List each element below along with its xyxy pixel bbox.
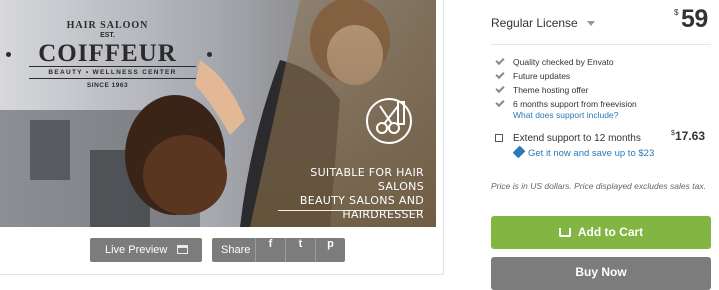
feature-item: Quality checked by Envato: [494, 55, 637, 69]
extend-support-label[interactable]: Extend support to 12 months: [513, 133, 641, 144]
tag-icon: [512, 145, 526, 159]
coiffeur-logo: HAIR SALOON EST. COIFFEUR BEAUTY • WELLN…: [0, 0, 230, 100]
item-preview-card: HAIR SALOON EST. COIFFEUR BEAUTY • WELLN…: [0, 0, 444, 275]
live-preview-label: Live Preview: [105, 244, 168, 256]
scissors-icon: [366, 98, 412, 144]
logo-top-text: HAIR SALOON: [66, 20, 149, 31]
live-preview-button[interactable]: Live Preview: [90, 238, 202, 262]
extend-price-value: 17.63: [675, 129, 706, 143]
price-note: Price is in US dollars. Price displayed …: [491, 181, 706, 191]
preview-tagline: SUITABLE FOR HAIR SALONS BEAUTY SALONS A…: [262, 166, 424, 222]
buy-now-button[interactable]: Buy Now: [491, 257, 711, 290]
price-value: 59: [681, 5, 708, 33]
logo-subtitle: BEAUTY • WELLNESS CENTER: [29, 66, 196, 79]
browser-window-icon: [177, 245, 188, 254]
tagline-divider: [278, 210, 423, 211]
license-selector[interactable]: Regular License: [491, 16, 578, 30]
theme-preview-image[interactable]: HAIR SALOON EST. COIFFEUR BEAUTY • WELLN…: [0, 0, 436, 227]
tagline-line: SUITABLE FOR HAIR SALONS: [310, 166, 424, 193]
facebook-icon[interactable]: f: [255, 238, 285, 262]
save-offer-link[interactable]: Get it now and save up to $23: [528, 148, 654, 159]
extend-support-checkbox[interactable]: [495, 134, 503, 142]
share-label: Share: [221, 244, 251, 256]
feature-item: Theme hosting offer: [494, 83, 637, 97]
check-icon: [495, 83, 505, 94]
logo-est-text: EST.: [100, 32, 115, 39]
buy-now-label: Buy Now: [575, 265, 627, 279]
support-info-link[interactable]: What does support include?: [513, 110, 618, 120]
divider: [491, 44, 711, 45]
license-features: Quality checked by Envato Future updates…: [494, 55, 637, 111]
check-icon: [495, 55, 505, 66]
logo-since-text: SINCE 1963: [86, 82, 129, 89]
cart-icon: [558, 228, 571, 237]
feature-label: 6 months support from freevision: [513, 99, 637, 109]
feature-item: Future updates: [494, 69, 637, 83]
add-to-cart-button[interactable]: Add to Cart: [491, 216, 711, 249]
feature-label: Quality checked by Envato: [513, 57, 614, 67]
logo-dot: [207, 52, 212, 57]
check-icon: [495, 69, 505, 80]
pinterest-icon[interactable]: p: [315, 238, 345, 262]
share-group: Share f t p: [212, 238, 345, 262]
twitter-icon[interactable]: t: [285, 238, 315, 262]
feature-label: Theme hosting offer: [513, 85, 589, 95]
check-icon: [495, 97, 505, 108]
add-to-cart-label: Add to Cart: [577, 225, 644, 239]
chevron-down-icon[interactable]: [587, 21, 595, 26]
feature-item: 6 months support from freevision: [494, 97, 637, 111]
tagline-line: BEAUTY SALONS AND: [299, 194, 424, 207]
logo-name: COIFFEUR: [38, 40, 177, 67]
feature-label: Future updates: [513, 71, 571, 81]
extend-support-row: Extend support to 12 months $ 17.63: [491, 126, 713, 146]
price-currency: $: [674, 8, 679, 17]
